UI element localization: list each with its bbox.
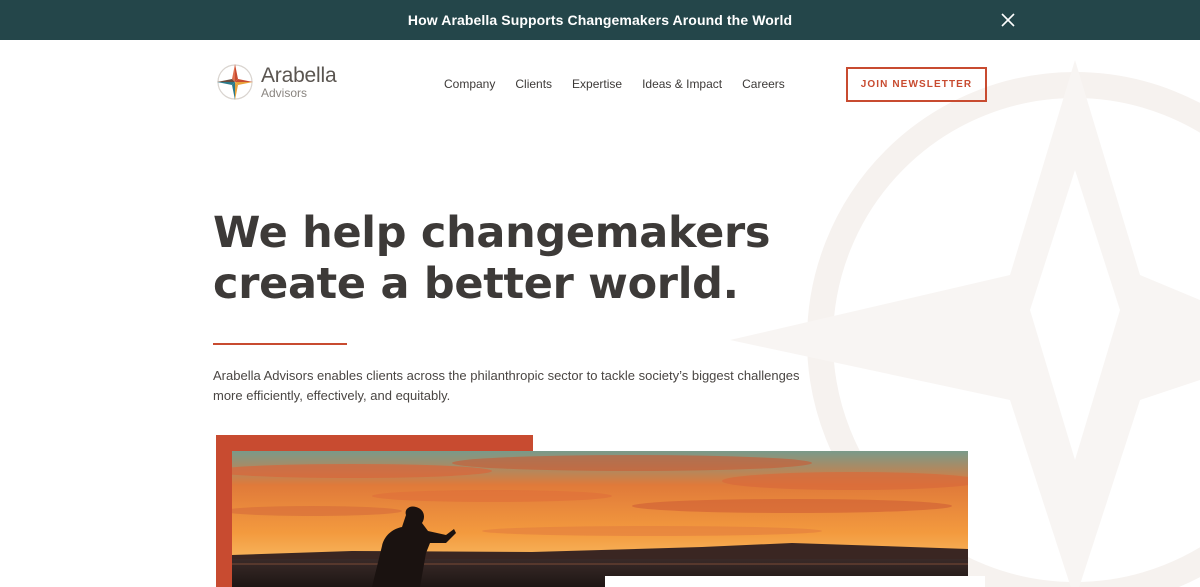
site-header: Arabella Advisors Company Clients Expert…	[0, 40, 1200, 130]
logo[interactable]: Arabella Advisors	[215, 62, 337, 102]
main-nav: Company Clients Expertise Ideas & Impact…	[444, 77, 785, 91]
hero-divider	[213, 343, 347, 345]
nav-item-expertise[interactable]: Expertise	[572, 77, 622, 91]
nav-item-clients[interactable]: Clients	[515, 77, 552, 91]
compass-star-icon	[217, 64, 253, 100]
announcement-text[interactable]: How Arabella Supports Changemakers Aroun…	[408, 12, 792, 28]
logo-subtitle: Advisors	[261, 86, 308, 100]
nav-item-company[interactable]: Company	[444, 77, 495, 91]
hero-title-line-2: create a better world.	[213, 259, 739, 309]
hero-title: We help changemakers create a better wor…	[213, 208, 833, 310]
join-newsletter-button[interactable]: JOIN NEWSLETTER	[846, 67, 987, 102]
hero-photo-sunset	[232, 451, 968, 587]
hero-title-line-1: We help changemakers	[213, 208, 771, 258]
content-card	[605, 576, 985, 587]
nav-item-ideas-impact[interactable]: Ideas & Impact	[642, 77, 722, 91]
nav-item-careers[interactable]: Careers	[742, 77, 785, 91]
announcement-bar: How Arabella Supports Changemakers Aroun…	[0, 0, 1200, 40]
logo-name: Arabella	[261, 64, 337, 87]
close-icon[interactable]	[998, 10, 1018, 30]
hero-description: Arabella Advisors enables clients across…	[213, 368, 800, 403]
